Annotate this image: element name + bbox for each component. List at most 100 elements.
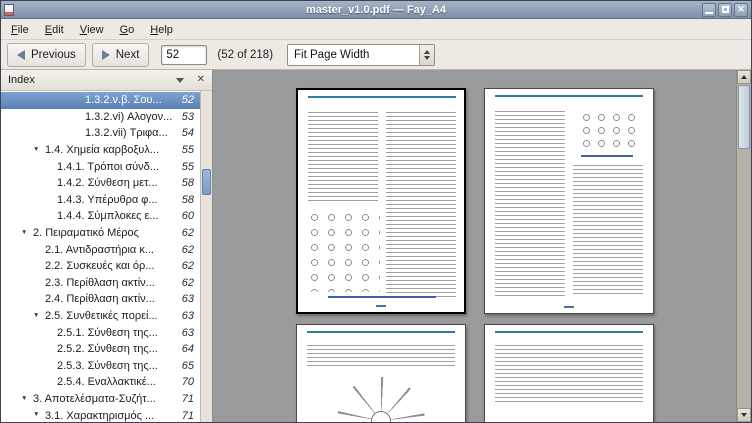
chevron-down-icon[interactable]: [176, 78, 184, 83]
close-button[interactable]: ✕: [734, 3, 748, 17]
menubar: FileEditViewGoHelp: [1, 19, 751, 40]
page-thumbnail-53[interactable]: [484, 88, 654, 314]
close-icon: ✕: [737, 5, 745, 14]
outline-item[interactable]: 1.4.2. Σύνθεση μετ... 58: [1, 175, 200, 192]
outline-item-page: 63: [176, 327, 194, 339]
outline-item-label: 1.4.1. Τρόποι σύνδ...: [57, 161, 159, 173]
previous-label: Previous: [31, 49, 76, 61]
next-label: Next: [116, 49, 140, 61]
outline-item[interactable]: ▼2. Πειραματικό Μέρος 62: [1, 225, 200, 242]
sidebar-close-button[interactable]: ✕: [197, 75, 205, 85]
next-arrow-icon: [102, 50, 110, 60]
outline-item[interactable]: ▼3. Αποτελέσματα-Συζήτ...71: [1, 391, 200, 408]
document-canvas[interactable]: [213, 70, 751, 422]
zoom-value: Fit Page Width: [288, 49, 419, 61]
main-scrollbar-thumb[interactable]: [738, 85, 750, 149]
scroll-down-button[interactable]: [737, 408, 751, 422]
outline-item[interactable]: ▼2.5. Συνθετικές πορεί...63: [1, 308, 200, 325]
menu-view[interactable]: View: [72, 19, 112, 39]
outline-item-label: 2.5.2. Σύνθεση της...: [57, 343, 158, 355]
outline-item[interactable]: ▼3.1. Χαρακτηρισμός ...71: [1, 407, 200, 422]
outline-item-label: 2.5.4. Εναλλακτικέ...: [57, 376, 156, 388]
maximize-icon: [722, 6, 729, 13]
previous-button[interactable]: Previous: [7, 43, 86, 67]
menu-help[interactable]: Help: [142, 19, 181, 39]
outline-item[interactable]: 1.4.4. Σύμπλοκες ε...60: [1, 208, 200, 225]
outline-item-page: 53: [176, 111, 194, 123]
sidebar-body: 1.3.2.ν.β. Σου...52 1.3.2.vi) Αλογον... 53…: [1, 91, 212, 422]
outline-item-label: 2.1. Αντιδραστήρια κ...: [45, 244, 154, 256]
menu-file[interactable]: File: [3, 19, 37, 39]
scroll-up-button[interactable]: [737, 70, 751, 84]
outline-item[interactable]: 1.4.3. Υπέρυθρα φ... 58: [1, 192, 200, 209]
page-thumbnail-55[interactable]: [484, 324, 654, 422]
outline-item-page: 55: [176, 161, 194, 173]
app-window: master_v1.0.pdf — Fay_A4 ✕ FileEditViewG…: [0, 0, 752, 423]
outline-item[interactable]: 2.4. Περίθλαση ακτίν...63: [1, 291, 200, 308]
sidebar-view-select[interactable]: Index: [8, 74, 35, 86]
outline-item[interactable]: 2.3. Περίθλαση ακτίν...62: [1, 275, 200, 292]
outline-item-label: 2.4. Περίθλαση ακτίν...: [45, 293, 155, 305]
outline-item-page: 71: [176, 410, 194, 422]
figure-placeholder: [337, 377, 425, 422]
page-number-input[interactable]: [161, 45, 207, 65]
expander-icon[interactable]: ▼: [21, 230, 33, 237]
sidebar-scrollbar[interactable]: [200, 91, 212, 422]
outline-item-page: 58: [176, 194, 194, 206]
outline-item-page: 54: [176, 127, 194, 139]
zoom-spinner[interactable]: [419, 45, 434, 65]
outline-item[interactable]: 1.3.2.vi) Αλογον... 53: [1, 109, 200, 126]
outline-item[interactable]: ▼1.4. Χημεία καρβοξυλ... 55: [1, 142, 200, 159]
outline-item[interactable]: 1.4.1. Τρόποι σύνδ... 55: [1, 158, 200, 175]
outline-item-page: 60: [176, 210, 194, 222]
expander-icon[interactable]: ▼: [33, 313, 45, 320]
outline-item-label: 2.5.1. Σύνθεση της...: [57, 327, 158, 339]
main-scrollbar[interactable]: [736, 70, 751, 422]
figure-placeholder: [306, 210, 380, 292]
outline-item-page: 55: [176, 144, 194, 156]
outline-item-page: 52: [176, 94, 194, 106]
outline-item[interactable]: 2.5.4. Εναλλακτικέ... 70: [1, 374, 200, 391]
outline-item[interactable]: 2.5.1. Σύνθεση της... 63: [1, 324, 200, 341]
outline-item-label: 1.4.2. Σύνθεση μετ...: [57, 177, 158, 189]
expander-icon[interactable]: ▼: [33, 147, 45, 154]
outline-item-page: 62: [176, 244, 194, 256]
outline-item[interactable]: 2.5.2. Σύνθεση της...64: [1, 341, 200, 358]
page-count-label: (52 of 218): [217, 49, 273, 61]
outline-item-label: 1.4. Χημεία καρβοξυλ...: [45, 144, 159, 156]
menu-edit[interactable]: Edit: [37, 19, 72, 39]
outline-item-label: 1.4.3. Υπέρυθρα φ...: [57, 194, 158, 206]
outline-item-label: 2.2. Συσκευές και όρ...: [45, 260, 154, 272]
outline-item-label: 2.5. Συνθετικές πορεί...: [45, 310, 158, 322]
outline-item-page: 62: [176, 227, 194, 239]
outline-item[interactable]: 1.3.2.ν.β. Σου...52: [1, 92, 200, 109]
maximize-button[interactable]: [718, 3, 732, 17]
outline-item[interactable]: 2.1. Αντιδραστήρια κ... 62: [1, 241, 200, 258]
zoom-select[interactable]: Fit Page Width: [287, 44, 435, 66]
outline-item-label: 1.3.2.vii) Τριφα...: [85, 127, 168, 139]
page-thumbnail-52[interactable]: [296, 88, 466, 314]
expander-icon[interactable]: ▼: [21, 396, 33, 403]
previous-arrow-icon: [17, 50, 25, 60]
outline-item-label: 2.5.3. Σύνθεση της...: [57, 360, 158, 372]
app-icon: [4, 4, 14, 16]
page-thumbnail-54[interactable]: [296, 324, 466, 422]
titlebar[interactable]: master_v1.0.pdf — Fay_A4 ✕: [1, 1, 751, 19]
outline-item[interactable]: 2.5.3. Σύνθεση της...65: [1, 358, 200, 375]
outline-item-label: 1.3.2.vi) Αλογον...: [85, 111, 172, 123]
outline-item-page: 58: [176, 177, 194, 189]
sidebar-scrollbar-thumb[interactable]: [202, 169, 211, 195]
toolbar: Previous Next (52 of 218) Fit Page Width: [1, 40, 751, 70]
outline-item-label: 2. Πειραματικό Μέρος: [33, 227, 139, 239]
arrow-down-icon: [741, 413, 747, 417]
outline-tree: 1.3.2.ν.β. Σου...52 1.3.2.vi) Αλογον... 53…: [1, 91, 200, 422]
outline-item[interactable]: 2.2. Συσκευές και όρ...62: [1, 258, 200, 275]
minimize-icon: [705, 12, 713, 14]
minimize-button[interactable]: [702, 3, 716, 17]
next-button[interactable]: Next: [92, 43, 150, 67]
outline-item-page: 70: [176, 376, 194, 388]
outline-item-label: 2.3. Περίθλαση ακτίν...: [45, 277, 155, 289]
outline-item[interactable]: 1.3.2.vii) Τριφα... 54: [1, 125, 200, 142]
expander-icon[interactable]: ▼: [33, 412, 45, 419]
menu-go[interactable]: Go: [112, 19, 143, 39]
